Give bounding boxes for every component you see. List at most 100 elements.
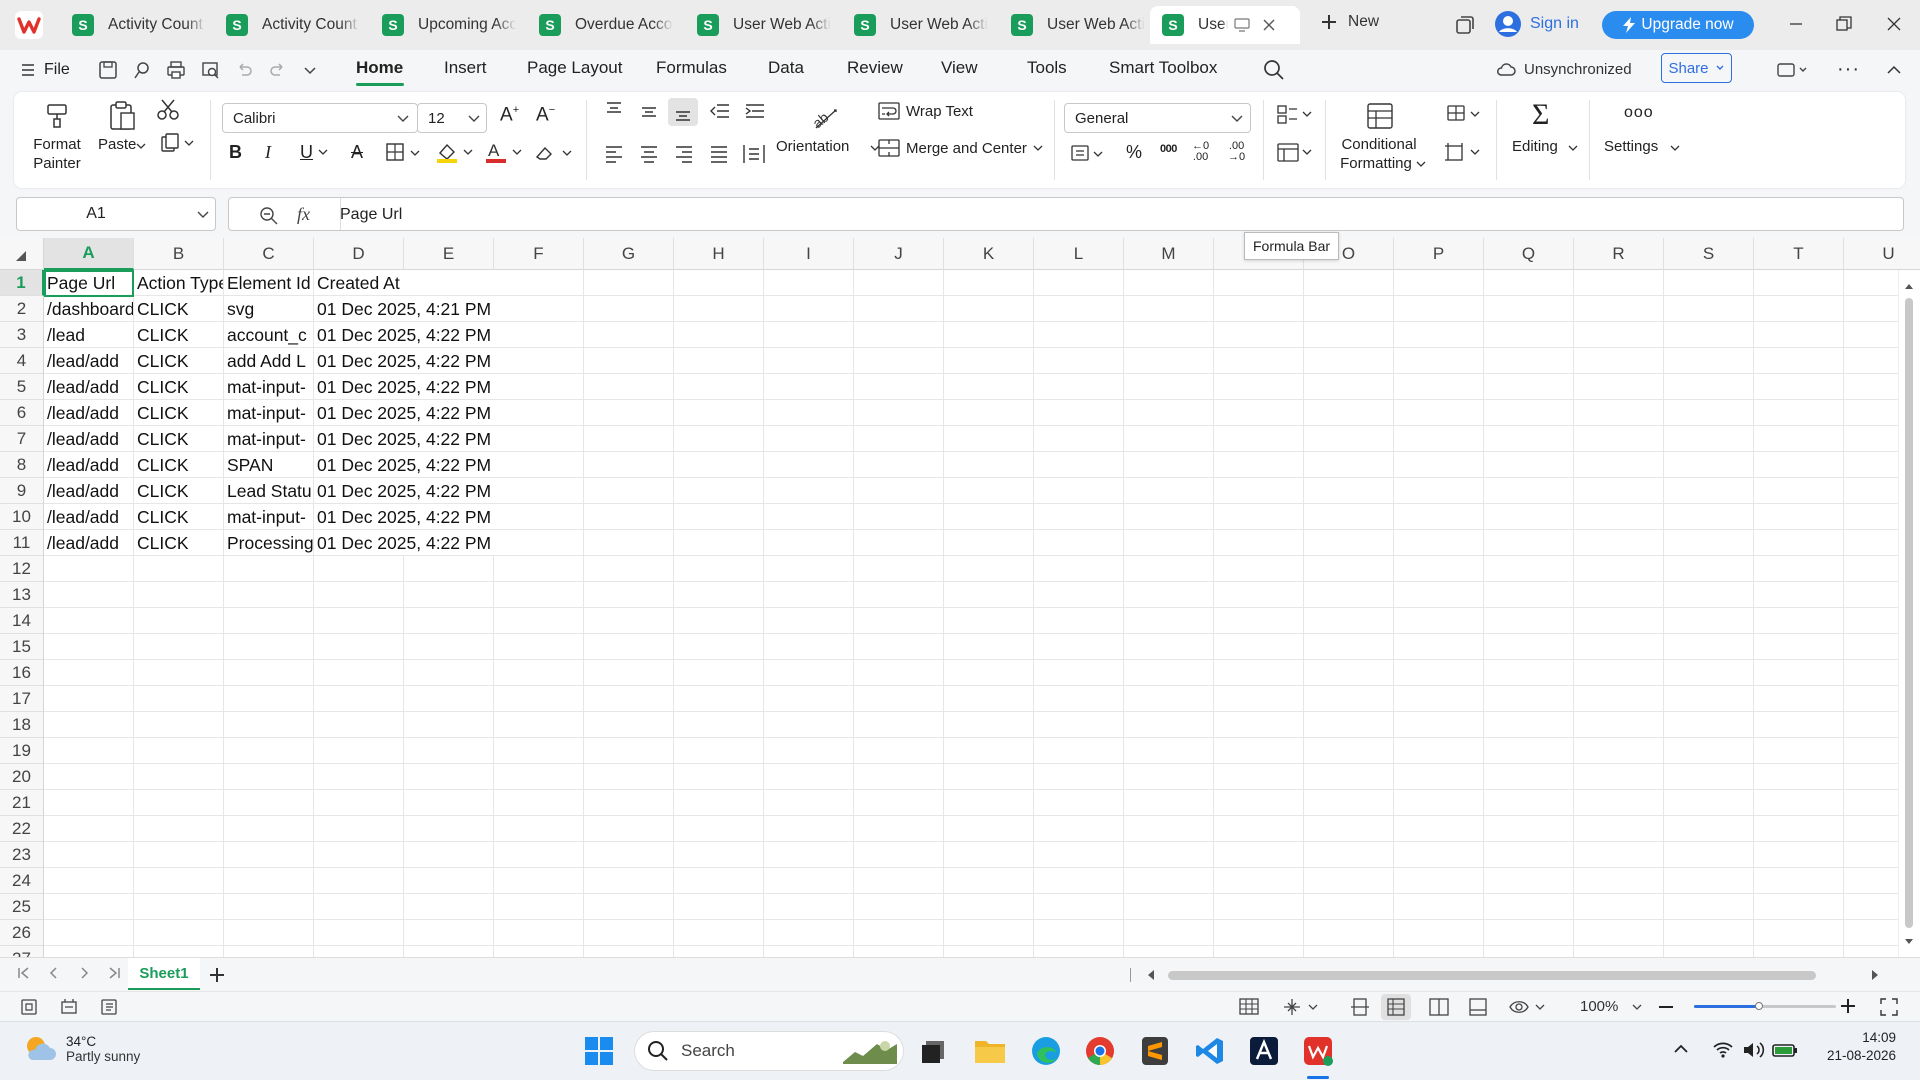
cell[interactable]: svg bbox=[224, 296, 313, 321]
row-header[interactable]: 12 bbox=[0, 556, 44, 582]
page-break-icon[interactable] bbox=[1350, 997, 1370, 1017]
cell[interactable]: CLICK bbox=[134, 504, 223, 529]
row-header[interactable]: 23 bbox=[0, 842, 44, 868]
cell[interactable]: /lead/add bbox=[44, 452, 133, 477]
cell[interactable]: 01 Dec 2025, 4:21 PM bbox=[314, 296, 494, 321]
weather-widget[interactable]: 34°C Partly sunny bbox=[22, 1032, 140, 1066]
cell-style-icon[interactable] bbox=[1276, 142, 1316, 164]
last-sheet-icon[interactable] bbox=[106, 965, 122, 981]
column-header[interactable]: J bbox=[854, 238, 944, 270]
cell[interactable]: 01 Dec 2025, 4:22 PM bbox=[314, 322, 494, 347]
row-header[interactable]: 22 bbox=[0, 816, 44, 842]
clock[interactable]: 14:09 21-08-2026 bbox=[1816, 1030, 1896, 1063]
column-header[interactable]: T bbox=[1754, 238, 1844, 270]
cell[interactable]: CLICK bbox=[134, 478, 223, 503]
column-header[interactable]: U bbox=[1844, 238, 1920, 270]
close-tab-icon[interactable] bbox=[1262, 18, 1276, 32]
select-all-corner[interactable] bbox=[0, 238, 44, 270]
cell[interactable]: CLICK bbox=[134, 530, 223, 555]
clear-format-icon[interactable] bbox=[534, 143, 574, 163]
spreadsheet-grid[interactable]: ABCDEFGHIJKLMNOPQRSTU 123456789101112131… bbox=[0, 238, 1920, 957]
cell[interactable]: 01 Dec 2025, 4:22 PM bbox=[314, 504, 494, 529]
bold-icon[interactable]: B bbox=[229, 142, 242, 163]
row-header[interactable]: 26 bbox=[0, 920, 44, 946]
cell[interactable]: CLICK bbox=[134, 322, 223, 347]
zoom-slider[interactable] bbox=[1694, 1002, 1836, 1010]
sign-in-button[interactable]: Sign in bbox=[1494, 10, 1579, 38]
wps-office-icon[interactable] bbox=[1300, 1033, 1336, 1069]
copy-icon[interactable] bbox=[160, 132, 196, 154]
cell[interactable]: Created At bbox=[314, 270, 494, 295]
chrome-icon[interactable] bbox=[1082, 1033, 1118, 1069]
print-icon[interactable] bbox=[166, 60, 186, 80]
cell[interactable]: CLICK bbox=[134, 452, 223, 477]
fullscreen-icon[interactable] bbox=[1880, 998, 1898, 1016]
row-header[interactable]: 1 bbox=[0, 270, 44, 296]
document-tab[interactable]: S User Web Activ bbox=[999, 6, 1145, 44]
start-button[interactable] bbox=[581, 1033, 617, 1069]
underline-icon[interactable]: U bbox=[300, 142, 313, 163]
horizontal-scroll-thumb[interactable] bbox=[1168, 971, 1816, 980]
row-header[interactable]: 17 bbox=[0, 686, 44, 712]
new-tab-button[interactable]: New bbox=[1320, 13, 1379, 31]
scroll-right-icon[interactable] bbox=[1870, 969, 1880, 981]
freeze-icon[interactable] bbox=[1282, 997, 1322, 1017]
menu-view[interactable]: View bbox=[941, 58, 978, 78]
share-button[interactable]: Share bbox=[1661, 53, 1732, 83]
scroll-up-icon[interactable] bbox=[1904, 282, 1914, 290]
document-tab[interactable]: S Activity Count F bbox=[214, 6, 360, 44]
cell[interactable]: CLICK bbox=[134, 348, 223, 373]
align-top-icon[interactable] bbox=[604, 100, 624, 120]
undo-icon[interactable] bbox=[234, 60, 254, 80]
add-sheet-icon[interactable] bbox=[208, 966, 226, 984]
first-sheet-icon[interactable] bbox=[16, 965, 32, 981]
cell[interactable]: CLICK bbox=[134, 426, 223, 451]
column-header[interactable]: Q bbox=[1484, 238, 1574, 270]
menu-formulas[interactable]: Formulas bbox=[656, 58, 727, 78]
cell[interactable]: mat-input- bbox=[224, 426, 313, 451]
borders-icon[interactable] bbox=[386, 143, 422, 163]
vertical-scrollbar[interactable] bbox=[1898, 270, 1920, 957]
cell[interactable]: 01 Dec 2025, 4:22 PM bbox=[314, 426, 494, 451]
task-view-icon[interactable] bbox=[915, 1033, 951, 1069]
document-tab[interactable]: S Activity Count F bbox=[60, 6, 206, 44]
cell[interactable]: 01 Dec 2025, 4:22 PM bbox=[314, 374, 494, 399]
settings-button[interactable]: ooo Settings bbox=[1602, 98, 1682, 168]
cell[interactable]: 01 Dec 2025, 4:22 PM bbox=[314, 348, 494, 373]
format-icon[interactable] bbox=[1444, 104, 1484, 126]
percent-icon[interactable]: % bbox=[1126, 142, 1142, 163]
row-header[interactable]: 11 bbox=[0, 530, 44, 556]
row-header[interactable]: 10 bbox=[0, 504, 44, 530]
cell[interactable]: CLICK bbox=[134, 400, 223, 425]
column-header[interactable]: A bbox=[44, 238, 134, 270]
editing-button[interactable]: Σ Editing bbox=[1510, 98, 1580, 168]
page-icon[interactable] bbox=[20, 998, 38, 1016]
font-size-select[interactable]: 12 bbox=[417, 103, 487, 133]
row-header[interactable]: 27 bbox=[0, 946, 44, 957]
row-header[interactable]: 14 bbox=[0, 608, 44, 634]
cell[interactable]: Action Type bbox=[134, 270, 223, 295]
zoom-out-icon[interactable] bbox=[1658, 1000, 1674, 1014]
column-header[interactable]: D bbox=[314, 238, 404, 270]
align-bottom-button[interactable] bbox=[668, 98, 698, 126]
more-icon[interactable]: ··· bbox=[1837, 58, 1860, 81]
menu-page-layout[interactable]: Page Layout bbox=[527, 58, 622, 78]
collapse-ribbon-icon[interactable] bbox=[1884, 60, 1904, 80]
orientation-button[interactable]: ab Orientation bbox=[776, 98, 880, 164]
italic-icon[interactable]: I bbox=[265, 142, 271, 163]
align-left-icon[interactable] bbox=[604, 145, 624, 163]
reading-view-icon[interactable] bbox=[1429, 997, 1449, 1017]
cell[interactable]: CLICK bbox=[134, 374, 223, 399]
scroll-down-icon[interactable] bbox=[1904, 938, 1914, 946]
fx-icon[interactable]: fx bbox=[297, 204, 310, 225]
export-pdf-icon[interactable] bbox=[132, 60, 152, 80]
row-header[interactable]: 5 bbox=[0, 374, 44, 400]
zoom-select[interactable]: 100% bbox=[1580, 998, 1642, 1015]
row-header[interactable]: 15 bbox=[0, 634, 44, 660]
column-header[interactable]: F bbox=[494, 238, 584, 270]
decrease-indent-icon[interactable] bbox=[709, 102, 731, 122]
name-box[interactable]: A1 bbox=[16, 197, 216, 231]
row-header[interactable]: 19 bbox=[0, 738, 44, 764]
zoom-slider-handle[interactable] bbox=[1755, 1002, 1763, 1010]
chevron-down-icon[interactable] bbox=[318, 148, 328, 156]
